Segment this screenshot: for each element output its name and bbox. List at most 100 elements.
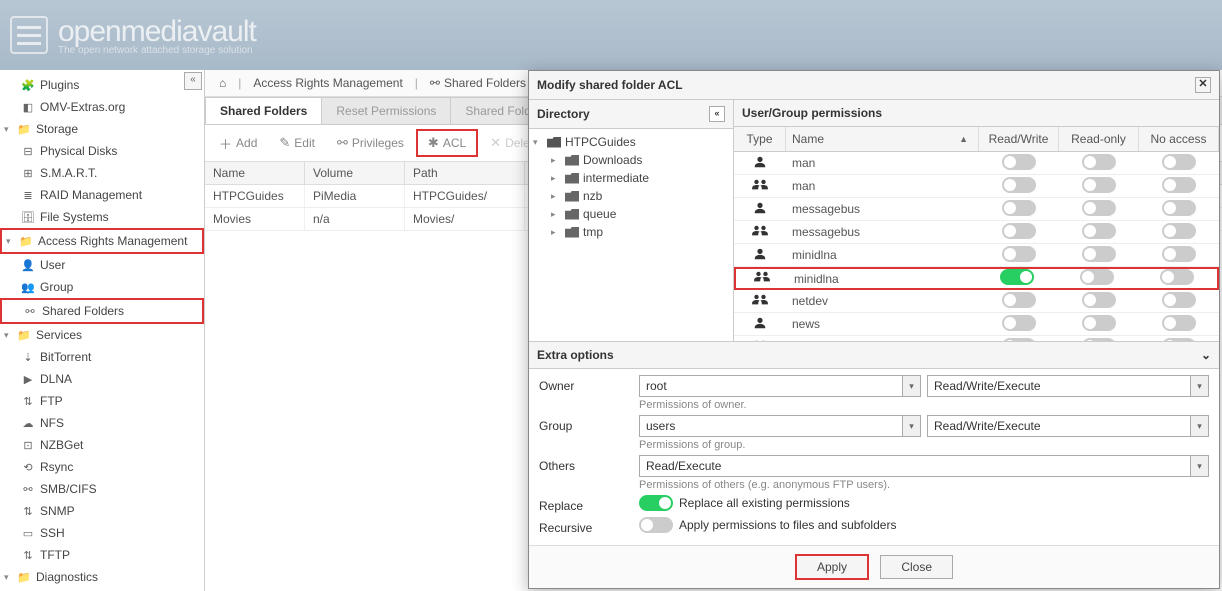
sidebar-item-smb[interactable]: ⚯SMB/CIFS <box>0 478 204 500</box>
ro-toggle[interactable] <box>1082 200 1116 216</box>
na-toggle[interactable] <box>1160 269 1194 285</box>
col-readwrite[interactable]: Read/Write <box>979 127 1059 151</box>
sidebar-item-tftp[interactable]: ⇅TFTP <box>0 544 204 566</box>
ro-toggle[interactable] <box>1082 338 1116 342</box>
rw-toggle[interactable] <box>1002 315 1036 331</box>
sidebar-item-nfs[interactable]: ☁NFS <box>0 412 204 434</box>
na-toggle[interactable] <box>1162 338 1196 342</box>
rw-toggle[interactable] <box>1002 177 1036 193</box>
tab-reset-permissions[interactable]: Reset Permissions <box>321 97 451 124</box>
sidebar-item-services[interactable]: ▾📁Services <box>0 324 204 346</box>
col-readonly[interactable]: Read-only <box>1059 127 1139 151</box>
plus-icon: ＋ <box>219 134 232 153</box>
na-toggle[interactable] <box>1162 246 1196 262</box>
perm-row[interactable]: man <box>734 152 1219 175</box>
na-toggle[interactable] <box>1162 292 1196 308</box>
sidebar-item-snmp[interactable]: ⇅SNMP <box>0 500 204 522</box>
perm-row[interactable]: netdev <box>734 290 1219 313</box>
owner-perm-select[interactable]: Read/Write/Execute▾ <box>927 375 1209 397</box>
breadcrumb-item[interactable]: ⚯ Shared Folders <box>424 74 532 92</box>
sidebar-item-rsync[interactable]: ⟲Rsync <box>0 456 204 478</box>
menu-icon[interactable] <box>10 16 48 54</box>
dialog-titlebar[interactable]: Modify shared folder ACL ✕ <box>529 71 1219 100</box>
dir-item-root[interactable]: ▾HTPCGuides <box>533 133 729 151</box>
sidebar-item-smart[interactable]: ⊞S.M.A.R.T. <box>0 162 204 184</box>
chevron-icon[interactable]: ⌄ <box>1201 348 1211 362</box>
ro-toggle[interactable] <box>1082 292 1116 308</box>
rw-toggle[interactable] <box>1002 338 1036 342</box>
na-toggle[interactable] <box>1162 223 1196 239</box>
dir-item[interactable]: ▸queue <box>533 205 729 223</box>
perm-row[interactable]: minidlna <box>734 244 1219 267</box>
edit-icon: ✎ <box>279 135 290 151</box>
edit-button[interactable]: ✎Edit <box>269 129 325 157</box>
col-path[interactable]: Path <box>405 162 525 184</box>
replace-toggle[interactable] <box>639 495 673 511</box>
col-name[interactable]: Name <box>205 162 305 184</box>
group-select[interactable]: users▾ <box>639 415 921 437</box>
sidebar-item-omv-extras[interactable]: ◧OMV-Extras.org <box>0 96 204 118</box>
perm-name: minidlna <box>788 272 977 286</box>
perm-row[interactable]: minidlna <box>734 267 1219 290</box>
sidebar-item-bittorrent[interactable]: ⇣BitTorrent <box>0 346 204 368</box>
dir-item[interactable]: ▸Downloads <box>533 151 729 169</box>
tab-shared-folders[interactable]: Shared Folders <box>205 97 322 124</box>
privileges-button[interactable]: ⚯Privileges <box>327 129 414 157</box>
sidebar-item-raid[interactable]: ≣RAID Management <box>0 184 204 206</box>
ro-toggle[interactable] <box>1082 246 1116 262</box>
perm-row[interactable]: messagebus <box>734 221 1219 244</box>
rw-toggle[interactable] <box>1002 200 1036 216</box>
sidebar-item-nzbget[interactable]: ⊡NZBGet <box>0 434 204 456</box>
dir-item[interactable]: ▸intermediate <box>533 169 729 187</box>
close-button[interactable]: Close <box>880 555 953 579</box>
rw-toggle[interactable] <box>1002 223 1036 239</box>
na-toggle[interactable] <box>1162 200 1196 216</box>
ro-toggle[interactable] <box>1080 269 1114 285</box>
ro-toggle[interactable] <box>1082 177 1116 193</box>
sidebar-item-ftp[interactable]: ⇅FTP <box>0 390 204 412</box>
dir-item[interactable]: ▸nzb <box>533 187 729 205</box>
breadcrumb-home[interactable]: ⌂ <box>213 74 232 92</box>
ro-toggle[interactable] <box>1082 154 1116 170</box>
sidebar-item-dlna[interactable]: ▶DLNA <box>0 368 204 390</box>
sidebar-item-group[interactable]: 👥Group <box>0 276 204 298</box>
sidebar-item-user[interactable]: 👤User <box>0 254 204 276</box>
sidebar-item-filesystems[interactable]: 🗄File Systems <box>0 206 204 228</box>
rw-toggle[interactable] <box>1002 292 1036 308</box>
col-volume[interactable]: Volume <box>305 162 405 184</box>
acl-button[interactable]: ✱ACL <box>416 129 478 157</box>
ro-toggle[interactable] <box>1082 315 1116 331</box>
sidebar-item-storage[interactable]: ▾📁Storage <box>0 118 204 140</box>
dir-item[interactable]: ▸tmp <box>533 223 729 241</box>
recursive-toggle[interactable] <box>639 517 673 533</box>
perm-row[interactable]: man <box>734 175 1219 198</box>
sidebar-item-diagnostics[interactable]: ▾📁Diagnostics <box>0 566 204 588</box>
na-toggle[interactable] <box>1162 177 1196 193</box>
ro-toggle[interactable] <box>1082 223 1116 239</box>
sidebar-item-shared-folders[interactable]: ⚯Shared Folders <box>0 298 204 324</box>
add-button[interactable]: ＋Add <box>209 129 267 157</box>
sidebar-item-arm[interactable]: ▾📁Access Rights Management <box>0 228 204 254</box>
close-icon[interactable]: ✕ <box>1195 77 1211 93</box>
owner-select[interactable]: root▾ <box>639 375 921 397</box>
col-noaccess[interactable]: No access <box>1139 127 1219 151</box>
rw-toggle[interactable] <box>1002 246 1036 262</box>
sidebar-collapse-icon[interactable]: « <box>184 72 202 90</box>
col-type[interactable]: Type <box>734 127 786 151</box>
na-toggle[interactable] <box>1162 315 1196 331</box>
rw-toggle[interactable] <box>1000 269 1034 285</box>
sidebar-item-ssh[interactable]: ▭SSH <box>0 522 204 544</box>
col-name[interactable]: Name▲ <box>786 127 979 151</box>
others-select[interactable]: Read/Execute▾ <box>639 455 1209 477</box>
sidebar-item-plugins[interactable]: 🧩Plugins <box>0 74 204 96</box>
perm-row[interactable]: news <box>734 313 1219 336</box>
collapse-icon[interactable]: « <box>709 106 725 122</box>
group-perm-select[interactable]: Read/Write/Execute▾ <box>927 415 1209 437</box>
na-toggle[interactable] <box>1162 154 1196 170</box>
rw-toggle[interactable] <box>1002 154 1036 170</box>
breadcrumb-item[interactable]: Access Rights Management <box>247 74 408 92</box>
apply-button[interactable]: Apply <box>795 554 869 580</box>
perm-row[interactable]: messagebus <box>734 198 1219 221</box>
share-icon: ⚯ <box>430 76 440 90</box>
sidebar-item-physical-disks[interactable]: ⊟Physical Disks <box>0 140 204 162</box>
